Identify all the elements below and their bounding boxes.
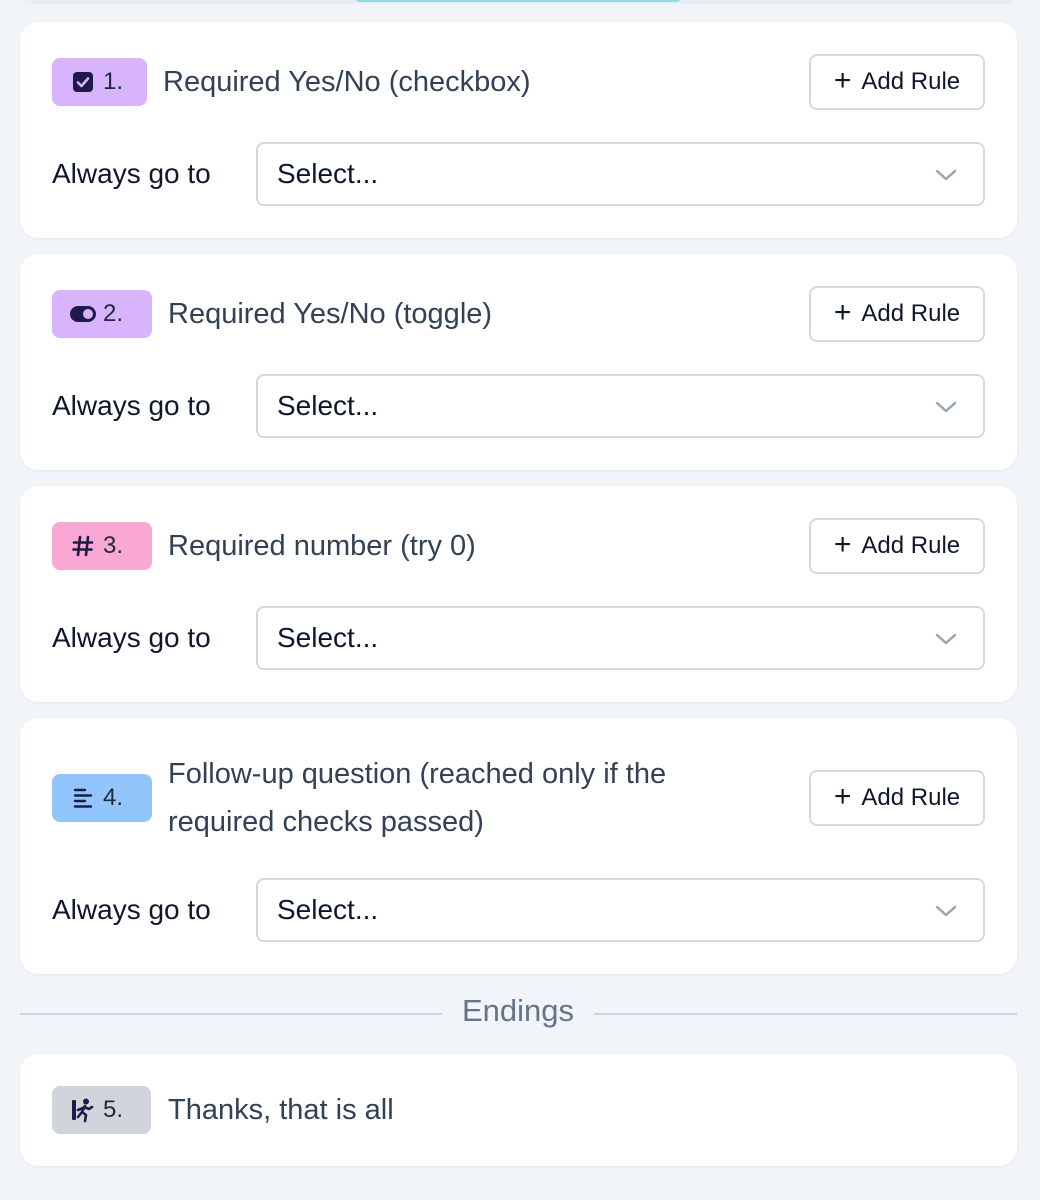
add-rule-label: Add Rule [861,300,961,327]
question-title-line-1: Follow-up question (reached only if the [168,758,667,790]
always-go-to-select[interactable]: Select... [256,374,985,438]
chevron-down-icon [935,905,957,917]
select-value: Select... [277,158,379,189]
question-number: 3. [103,532,124,559]
chevron-down-icon [935,401,957,413]
question-number: 2. [103,300,124,327]
select-value: Select... [277,894,379,925]
add-rule-button[interactable]: + Add Rule [809,770,985,826]
add-rule-label: Add Rule [861,532,961,559]
ending-card-5: 5. Thanks, that is all [20,1054,1017,1166]
previous-panel-accent [354,0,682,2]
always-go-to-select[interactable]: Select... [256,142,985,206]
always-go-to-label: Always go to [52,622,211,653]
always-go-to-label: Always go to [52,158,211,189]
question-title: Required number (try 0) [168,530,476,562]
chevron-down-icon [935,633,957,645]
ending-badge: 5. [52,1086,151,1134]
select-value: Select... [277,390,379,421]
question-badge: 4. [52,774,152,822]
question-number: 4. [103,784,124,811]
question-card-3: 3. Required number (try 0) + Add Rule Al… [20,486,1017,702]
add-rule-button[interactable]: + Add Rule [809,286,985,342]
endings-divider-left [20,1013,442,1015]
running-person-icon [69,1096,97,1124]
add-rule-button[interactable]: + Add Rule [809,518,985,574]
always-go-to-select[interactable]: Select... [256,878,985,942]
question-card-1: 1. Required Yes/No (checkbox) + Add Rule… [20,22,1017,238]
plus-icon: + [833,780,852,813]
text-lines-icon [69,784,97,812]
always-go-to-label: Always go to [52,390,211,421]
question-title: Required Yes/No (toggle) [168,298,493,330]
plus-icon: + [833,528,852,561]
plus-icon: + [833,296,852,329]
chevron-down-icon [935,169,957,181]
question-card-4: 4. Follow-up question (reached only if t… [20,718,1017,974]
question-badge: 1. [52,58,147,106]
endings-heading: Endings [461,993,575,1028]
always-go-to-label: Always go to [52,894,211,925]
hash-icon [69,532,97,560]
question-title-line-2: required checks passed) [168,806,484,838]
add-rule-label: Add Rule [861,68,961,95]
plus-icon: + [833,64,852,97]
add-rule-label: Add Rule [861,784,961,811]
ending-number: 5. [103,1096,124,1123]
select-value: Select... [277,622,379,653]
always-go-to-select[interactable]: Select... [256,606,985,670]
question-card-2: 2. Required Yes/No (toggle) + Add Rule A… [20,254,1017,470]
add-rule-button[interactable]: + Add Rule [809,54,985,110]
checkbox-icon [69,68,97,96]
question-number: 1. [103,68,124,95]
question-badge: 2. [52,290,152,338]
toggle-icon [69,300,97,328]
question-badge: 3. [52,522,152,570]
question-title: Required Yes/No (checkbox) [163,66,531,98]
ending-title: Thanks, that is all [168,1094,394,1126]
endings-divider-right [594,1013,1017,1015]
